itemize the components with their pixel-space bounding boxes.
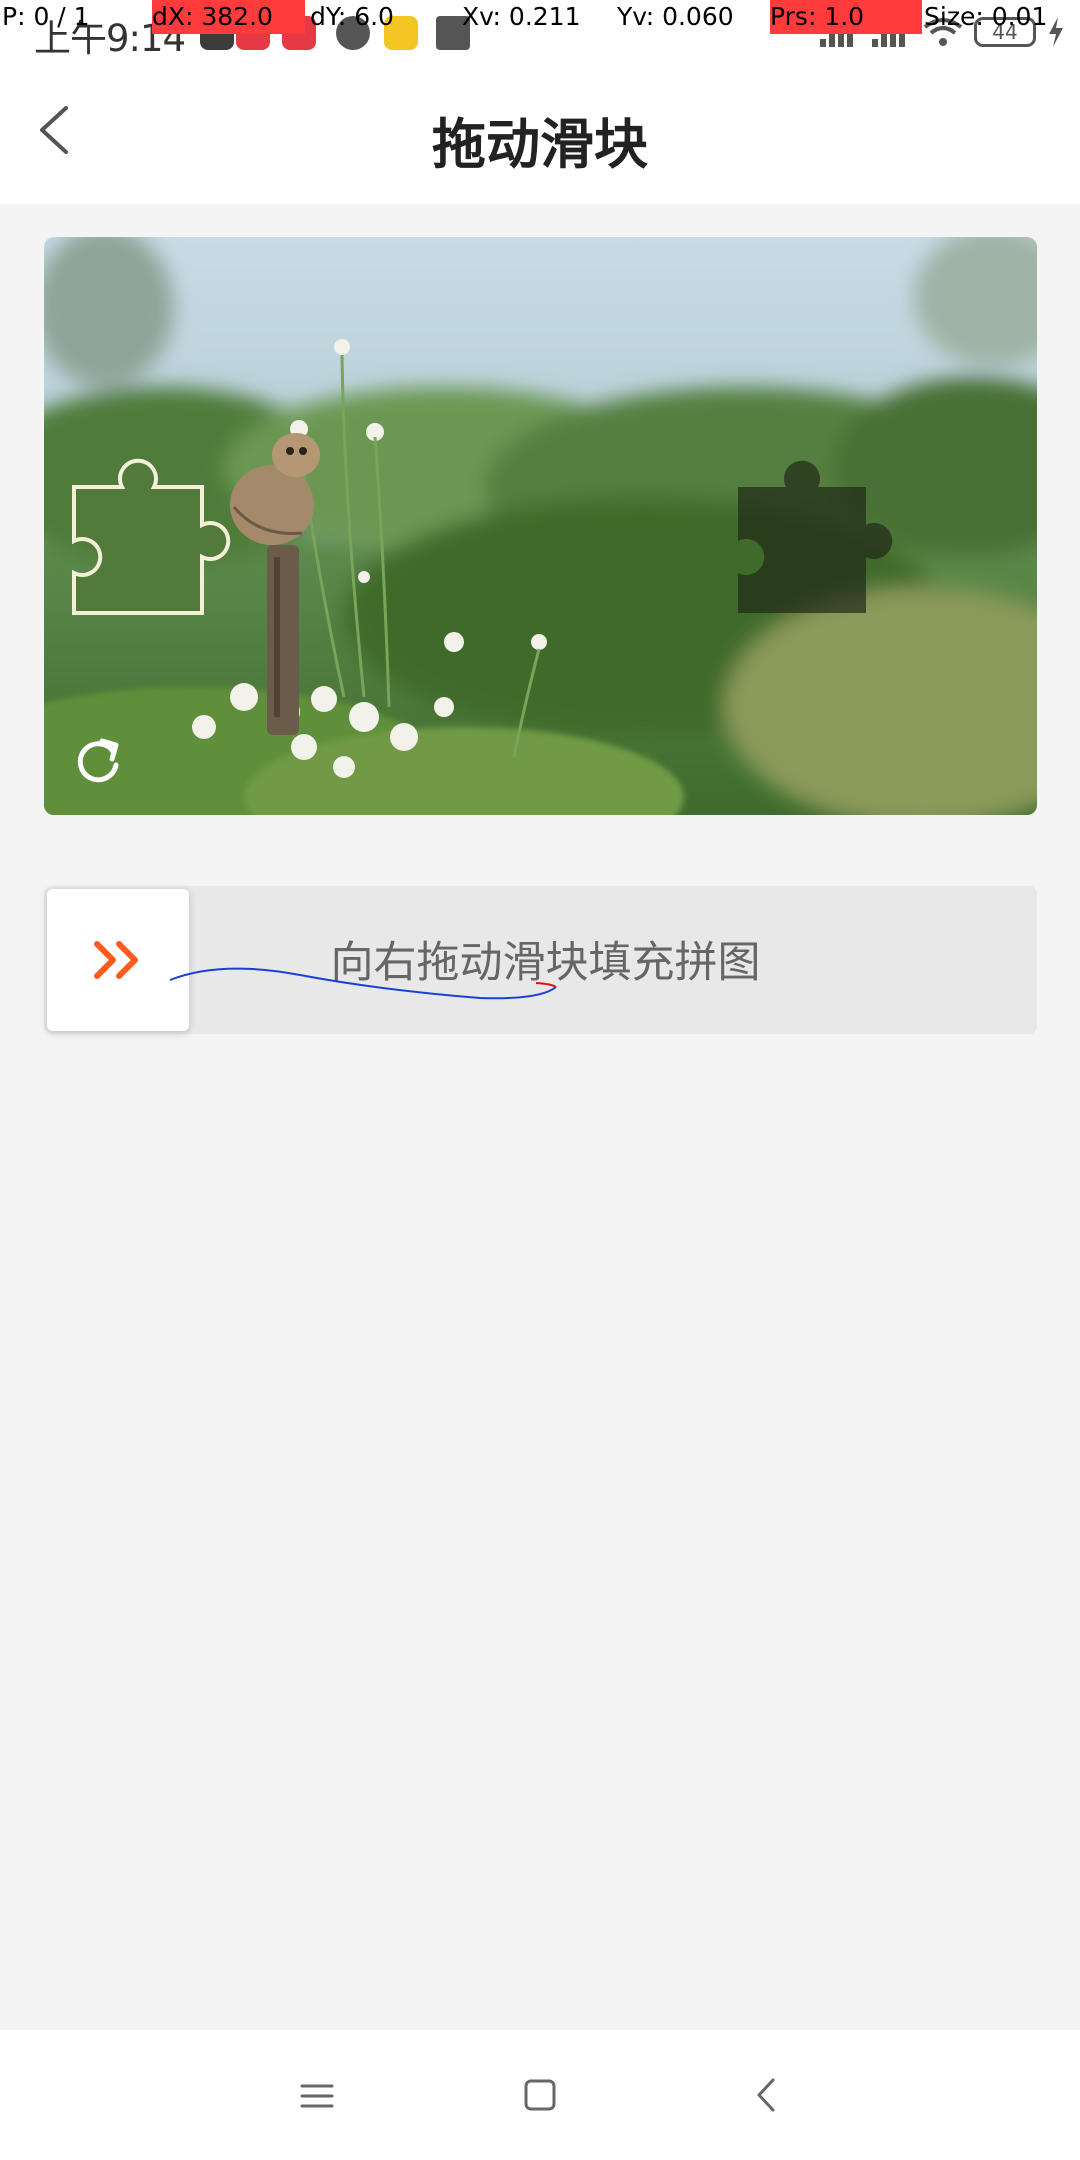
debug-size: Size: 0.01 bbox=[924, 2, 1048, 31]
debug-dy: dY: 6.0 bbox=[310, 2, 394, 31]
home-icon[interactable] bbox=[515, 2070, 565, 2120]
slider-track[interactable]: 向右拖动滑块填充拼图 bbox=[44, 886, 1037, 1034]
slider-hint: 向右拖动滑块填充拼图 bbox=[330, 938, 761, 988]
touch-debug-overlay: P: 0 / 1 dX: 382.0 dY: 6.0 Xv: 0.211 Yv:… bbox=[0, 0, 1080, 34]
captcha-photo bbox=[44, 237, 1037, 815]
captcha-image bbox=[44, 237, 1037, 815]
page-title: 拖动滑块 bbox=[432, 113, 648, 176]
menu-icon[interactable] bbox=[292, 2070, 342, 2120]
debug-dx: dX: 382.0 bbox=[152, 0, 305, 34]
system-nav-bar bbox=[0, 2030, 1080, 2160]
debug-pointer: P: 0 / 1 bbox=[2, 2, 90, 31]
refresh-icon[interactable] bbox=[70, 733, 126, 789]
debug-yv: Yv: 0.060 bbox=[617, 2, 734, 31]
debug-xv: Xv: 0.211 bbox=[462, 2, 581, 31]
slider-handle[interactable] bbox=[47, 889, 189, 1031]
double-chevron-right-icon bbox=[94, 941, 138, 979]
nav-back-icon[interactable] bbox=[742, 2070, 792, 2120]
debug-prs: Prs: 1.0 bbox=[770, 0, 922, 34]
header: 拖动滑块 bbox=[0, 62, 1080, 204]
